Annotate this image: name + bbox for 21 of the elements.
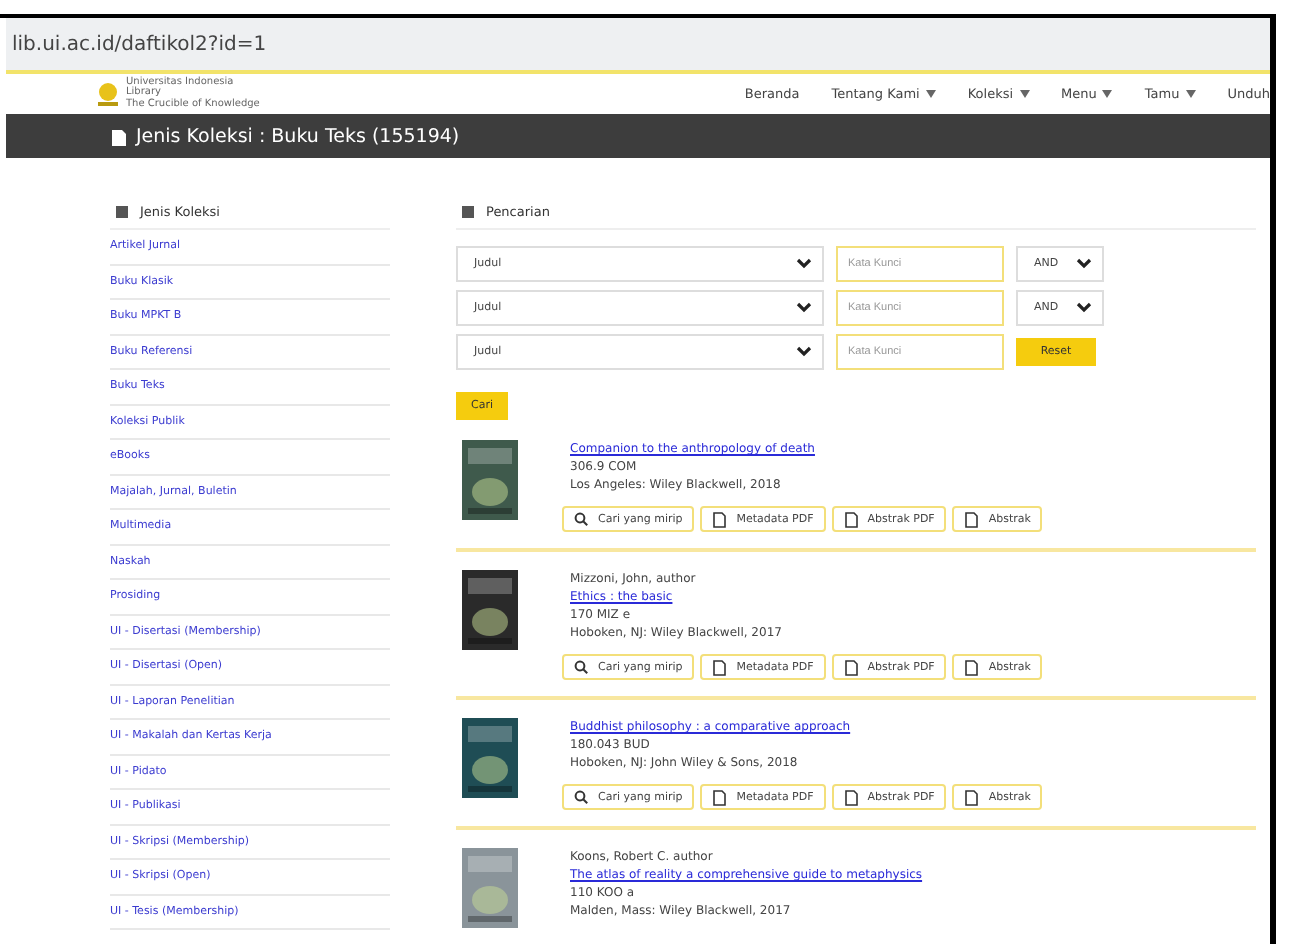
chevron-icon [1076, 302, 1092, 314]
search-icon [574, 511, 590, 527]
chevron-icon [796, 302, 812, 314]
document-icon [712, 511, 729, 527]
document-icon [712, 659, 729, 675]
chevron-icon [796, 346, 812, 358]
page-title: Jenis Koleksi : Buku Teks (155194) [136, 125, 460, 147]
document-icon [712, 789, 729, 805]
chevron-icon [1076, 258, 1092, 270]
url-text: lib.ui.ac.id/daftikol2?id=1 [12, 33, 267, 55]
search-icon [574, 659, 590, 675]
chevron-icon [796, 258, 812, 270]
document-icon [964, 789, 981, 805]
logo-icon [96, 82, 120, 106]
document-icon [843, 511, 860, 527]
document-icon [964, 659, 981, 675]
document-icon [843, 789, 860, 805]
document-icon [964, 511, 981, 527]
address-bar[interactable]: lib.ui.ac.id/daftikol2?id=1 [6, 18, 1270, 70]
document-icon [843, 659, 860, 675]
search-icon [574, 789, 590, 805]
